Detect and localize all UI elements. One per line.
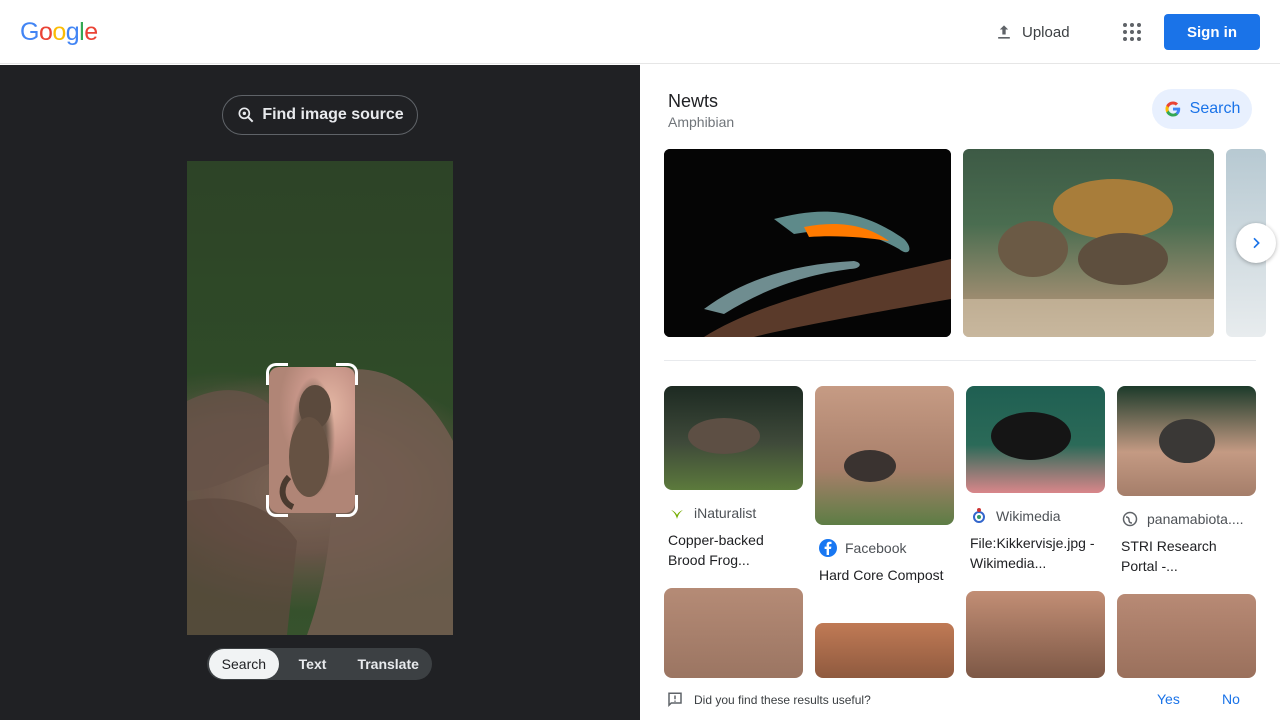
visual-match-result[interactable]: Facebook Hard Core Compost (815, 386, 954, 585)
entity-title[interactable]: Newts (668, 91, 718, 112)
apps-button[interactable] (1114, 14, 1150, 50)
result-source: panamabiota.... (1117, 510, 1256, 528)
result-source-label: Wikimedia (996, 508, 1061, 524)
result-title[interactable]: Copper-backed Brood Frog... (664, 530, 803, 570)
lens-search-icon (238, 107, 254, 123)
newt-photo-2 (963, 179, 1214, 337)
entity-subtitle: Amphibian (668, 114, 735, 130)
upload-label: Upload (1022, 23, 1070, 41)
feedback-bar: Did you find these results useful? Yes N… (640, 680, 1280, 720)
query-image-panel: Find image source Search Text Translate (0, 65, 640, 720)
result-thumbnail[interactable] (1117, 594, 1256, 678)
globe-icon (1121, 510, 1139, 528)
result-title[interactable]: File:Kikkervisje.jpg - Wikimedia... (966, 533, 1105, 573)
result-source-label: Facebook (845, 540, 907, 556)
result-source: Wikimedia (966, 507, 1105, 525)
logo-letter: o (52, 18, 66, 46)
section-divider (664, 360, 1256, 361)
selected-crop-region[interactable] (269, 367, 355, 513)
crop-handle-bottom-left[interactable] (266, 495, 288, 517)
logo-letter: g (65, 18, 80, 46)
top-bar: Google Upload Sign in (0, 0, 1280, 64)
logo-letter: e (84, 18, 98, 46)
inaturalist-icon (668, 504, 686, 522)
upload-button[interactable]: Upload (980, 14, 1084, 50)
result-source: iNaturalist (664, 504, 803, 522)
visual-match-result[interactable]: iNaturalist Copper-backed Brood Frog... (664, 386, 803, 570)
entity-search-button[interactable]: Search (1152, 89, 1252, 129)
chevron-right-icon (1253, 237, 1260, 249)
apps-grid-icon (1123, 23, 1141, 41)
feedback-question: Did you find these results useful? (694, 693, 871, 707)
tab-text[interactable]: Text (279, 649, 347, 679)
toad-thumbnail-art (1159, 419, 1215, 463)
result-thumbnail (815, 386, 954, 525)
entity-search-label: Search (1189, 100, 1241, 117)
facebook-icon (819, 539, 837, 557)
crop-handle-top-right[interactable] (336, 363, 358, 385)
result-title[interactable]: Hard Core Compost (815, 565, 954, 585)
toad-thumbnail-art (991, 412, 1071, 460)
result-thumbnail[interactable] (815, 623, 954, 678)
carousel-next-button[interactable] (1236, 223, 1276, 263)
crop-handle-top-left[interactable] (266, 363, 288, 385)
tab-translate[interactable]: Translate (346, 649, 430, 679)
feedback-yes-button[interactable]: Yes (1157, 691, 1180, 707)
result-source: Facebook (815, 539, 954, 557)
upload-icon (998, 25, 1010, 39)
google-logo[interactable]: Google (20, 18, 98, 47)
result-source-label: iNaturalist (694, 505, 757, 521)
crop-handle-bottom-right[interactable] (336, 495, 358, 517)
toad-thumbnail-art (844, 450, 896, 482)
logo-letter: o (38, 18, 53, 46)
result-thumbnail (1117, 386, 1256, 496)
tab-search[interactable]: Search (209, 649, 279, 679)
entity-image[interactable] (963, 149, 1214, 337)
mode-tab-bar: Search Text Translate (207, 648, 432, 680)
logo-letter: G (20, 18, 39, 46)
find-image-source-label: Find image source (262, 106, 404, 123)
result-thumbnail (966, 386, 1105, 493)
result-thumbnail[interactable] (664, 588, 803, 678)
google-g-icon (1165, 101, 1180, 117)
feedback-no-button[interactable]: No (1222, 691, 1240, 707)
sign-in-button[interactable]: Sign in (1164, 14, 1260, 50)
toad-in-crop (279, 385, 331, 510)
result-thumbnail (664, 386, 803, 490)
visual-match-result[interactable]: Wikimedia File:Kikkervisje.jpg - Wikimed… (966, 386, 1105, 573)
find-image-source-button[interactable]: Find image source (222, 95, 418, 135)
result-thumbnail[interactable] (966, 591, 1105, 678)
entity-image[interactable] (664, 149, 951, 337)
newt-photo-1 (664, 149, 951, 337)
toad-thumbnail-art (688, 418, 760, 454)
visual-match-result[interactable]: panamabiota.... STRI Research Portal -..… (1117, 386, 1256, 576)
result-source-label: panamabiota.... (1147, 511, 1244, 527)
wikimedia-icon (970, 507, 988, 525)
feedback-icon (668, 692, 682, 708)
results-panel: Newts Amphibian Search iNaturalist Coppe… (640, 65, 1280, 720)
result-title[interactable]: STRI Research Portal -... (1117, 536, 1256, 576)
